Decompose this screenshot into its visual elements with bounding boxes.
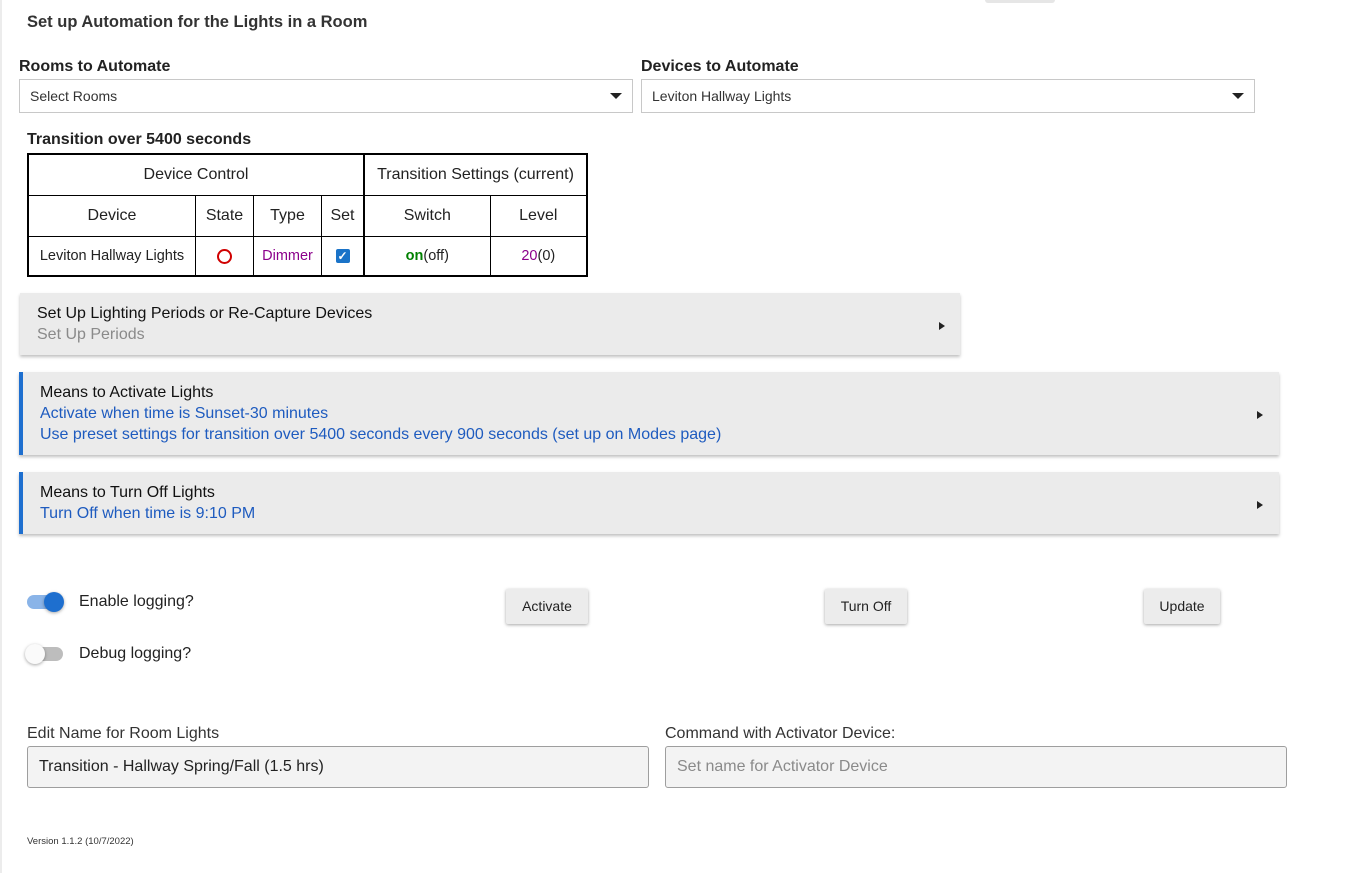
column-header-set: Set — [321, 195, 365, 237]
device-table: Device Control Transition Settings (curr… — [27, 153, 588, 277]
switch-current: (off) — [423, 248, 449, 264]
level-cell[interactable]: 20(0) — [489, 236, 588, 277]
level-value[interactable]: 20 — [521, 248, 537, 264]
set-checkbox[interactable]: ✓ — [335, 249, 350, 264]
turn-off-button[interactable]: Turn Off — [825, 589, 907, 624]
activate-button[interactable]: Activate — [506, 589, 588, 624]
update-button[interactable]: Update — [1144, 589, 1220, 624]
group-header-transition-settings: Transition Settings (current) — [363, 153, 588, 196]
name-field-label: Edit Name for Room Lights — [27, 725, 220, 742]
column-header-level: Level — [489, 195, 588, 237]
version-text: Version 1.1.2 (10/7/2022) — [27, 836, 134, 847]
page-title: Set up Automation for the Lights in a Ro… — [27, 13, 368, 31]
toggle-knob — [25, 644, 45, 664]
activate-panel-line1: Activate when time is Sunset-30 minutes — [40, 405, 329, 422]
column-header-switch: Switch — [362, 195, 491, 237]
table-group-header-row: Device Control Transition Settings (curr… — [27, 153, 588, 196]
state-off-icon[interactable] — [217, 248, 232, 264]
periods-panel[interactable]: Set Up Lighting Periods or Re-Capture De… — [20, 293, 960, 355]
activator-device-input[interactable] — [665, 746, 1287, 788]
enable-logging-label: Enable logging? — [79, 593, 194, 610]
devices-select[interactable]: Leviton Hallway Lights — [641, 79, 1255, 113]
debug-logging-toggle[interactable] — [25, 644, 63, 664]
enable-logging-toggle[interactable] — [27, 592, 64, 612]
table-row: Leviton Hallway Lights Dimmer ✓ on(off) … — [27, 236, 588, 277]
rooms-select[interactable]: Select Rooms — [19, 79, 633, 113]
activator-field-label: Command with Activator Device: — [665, 725, 896, 742]
caret-right-icon — [1257, 501, 1263, 509]
devices-select-value: Leviton Hallway Lights — [652, 88, 792, 104]
turn-off-panel-title: Means to Turn Off Lights — [40, 484, 215, 501]
column-header-type: Type — [253, 195, 322, 237]
room-lights-name-input[interactable] — [27, 746, 649, 788]
column-header-state: State — [195, 195, 254, 237]
type-cell: Dimmer — [253, 236, 322, 277]
turn-off-panel[interactable]: Means to Turn Off Lights Turn Off when t… — [19, 472, 1279, 534]
debug-logging-label: Debug logging? — [79, 645, 192, 662]
chevron-down-icon — [610, 93, 622, 99]
app-page: Set up Automation for the Lights in a Ro… — [0, 0, 1350, 873]
periods-panel-sub: Set Up Periods — [37, 326, 145, 343]
activate-panel[interactable]: Means to Activate Lights Activate when t… — [19, 372, 1279, 455]
level-current: (0) — [537, 248, 556, 264]
chevron-down-icon — [1232, 93, 1244, 99]
top-tab-edge — [985, 0, 1055, 3]
rooms-label: Rooms to Automate — [19, 58, 171, 75]
column-header-device: Device — [27, 195, 196, 237]
turn-off-panel-line1: Turn Off when time is 9:10 PM — [40, 505, 256, 522]
set-cell[interactable]: ✓ — [321, 236, 365, 277]
transition-title: Transition over 5400 seconds — [27, 131, 252, 148]
caret-right-icon — [1257, 411, 1263, 419]
switch-value[interactable]: on — [406, 248, 424, 264]
device-name-cell: Leviton Hallway Lights — [27, 236, 196, 277]
left-divider — [0, 0, 2, 873]
toggle-knob — [44, 592, 64, 612]
activate-panel-title: Means to Activate Lights — [40, 384, 214, 401]
switch-cell[interactable]: on(off) — [362, 236, 491, 277]
periods-panel-title: Set Up Lighting Periods or Re-Capture De… — [37, 305, 373, 322]
caret-right-icon — [939, 322, 945, 330]
table-column-header-row: Device State Type Set Switch Level — [27, 195, 588, 237]
devices-label: Devices to Automate — [641, 58, 799, 75]
rooms-select-value: Select Rooms — [30, 88, 118, 104]
group-header-device-control: Device Control — [27, 153, 365, 196]
state-cell[interactable] — [195, 236, 254, 277]
activate-panel-line2: Use preset settings for transition over … — [40, 426, 722, 443]
